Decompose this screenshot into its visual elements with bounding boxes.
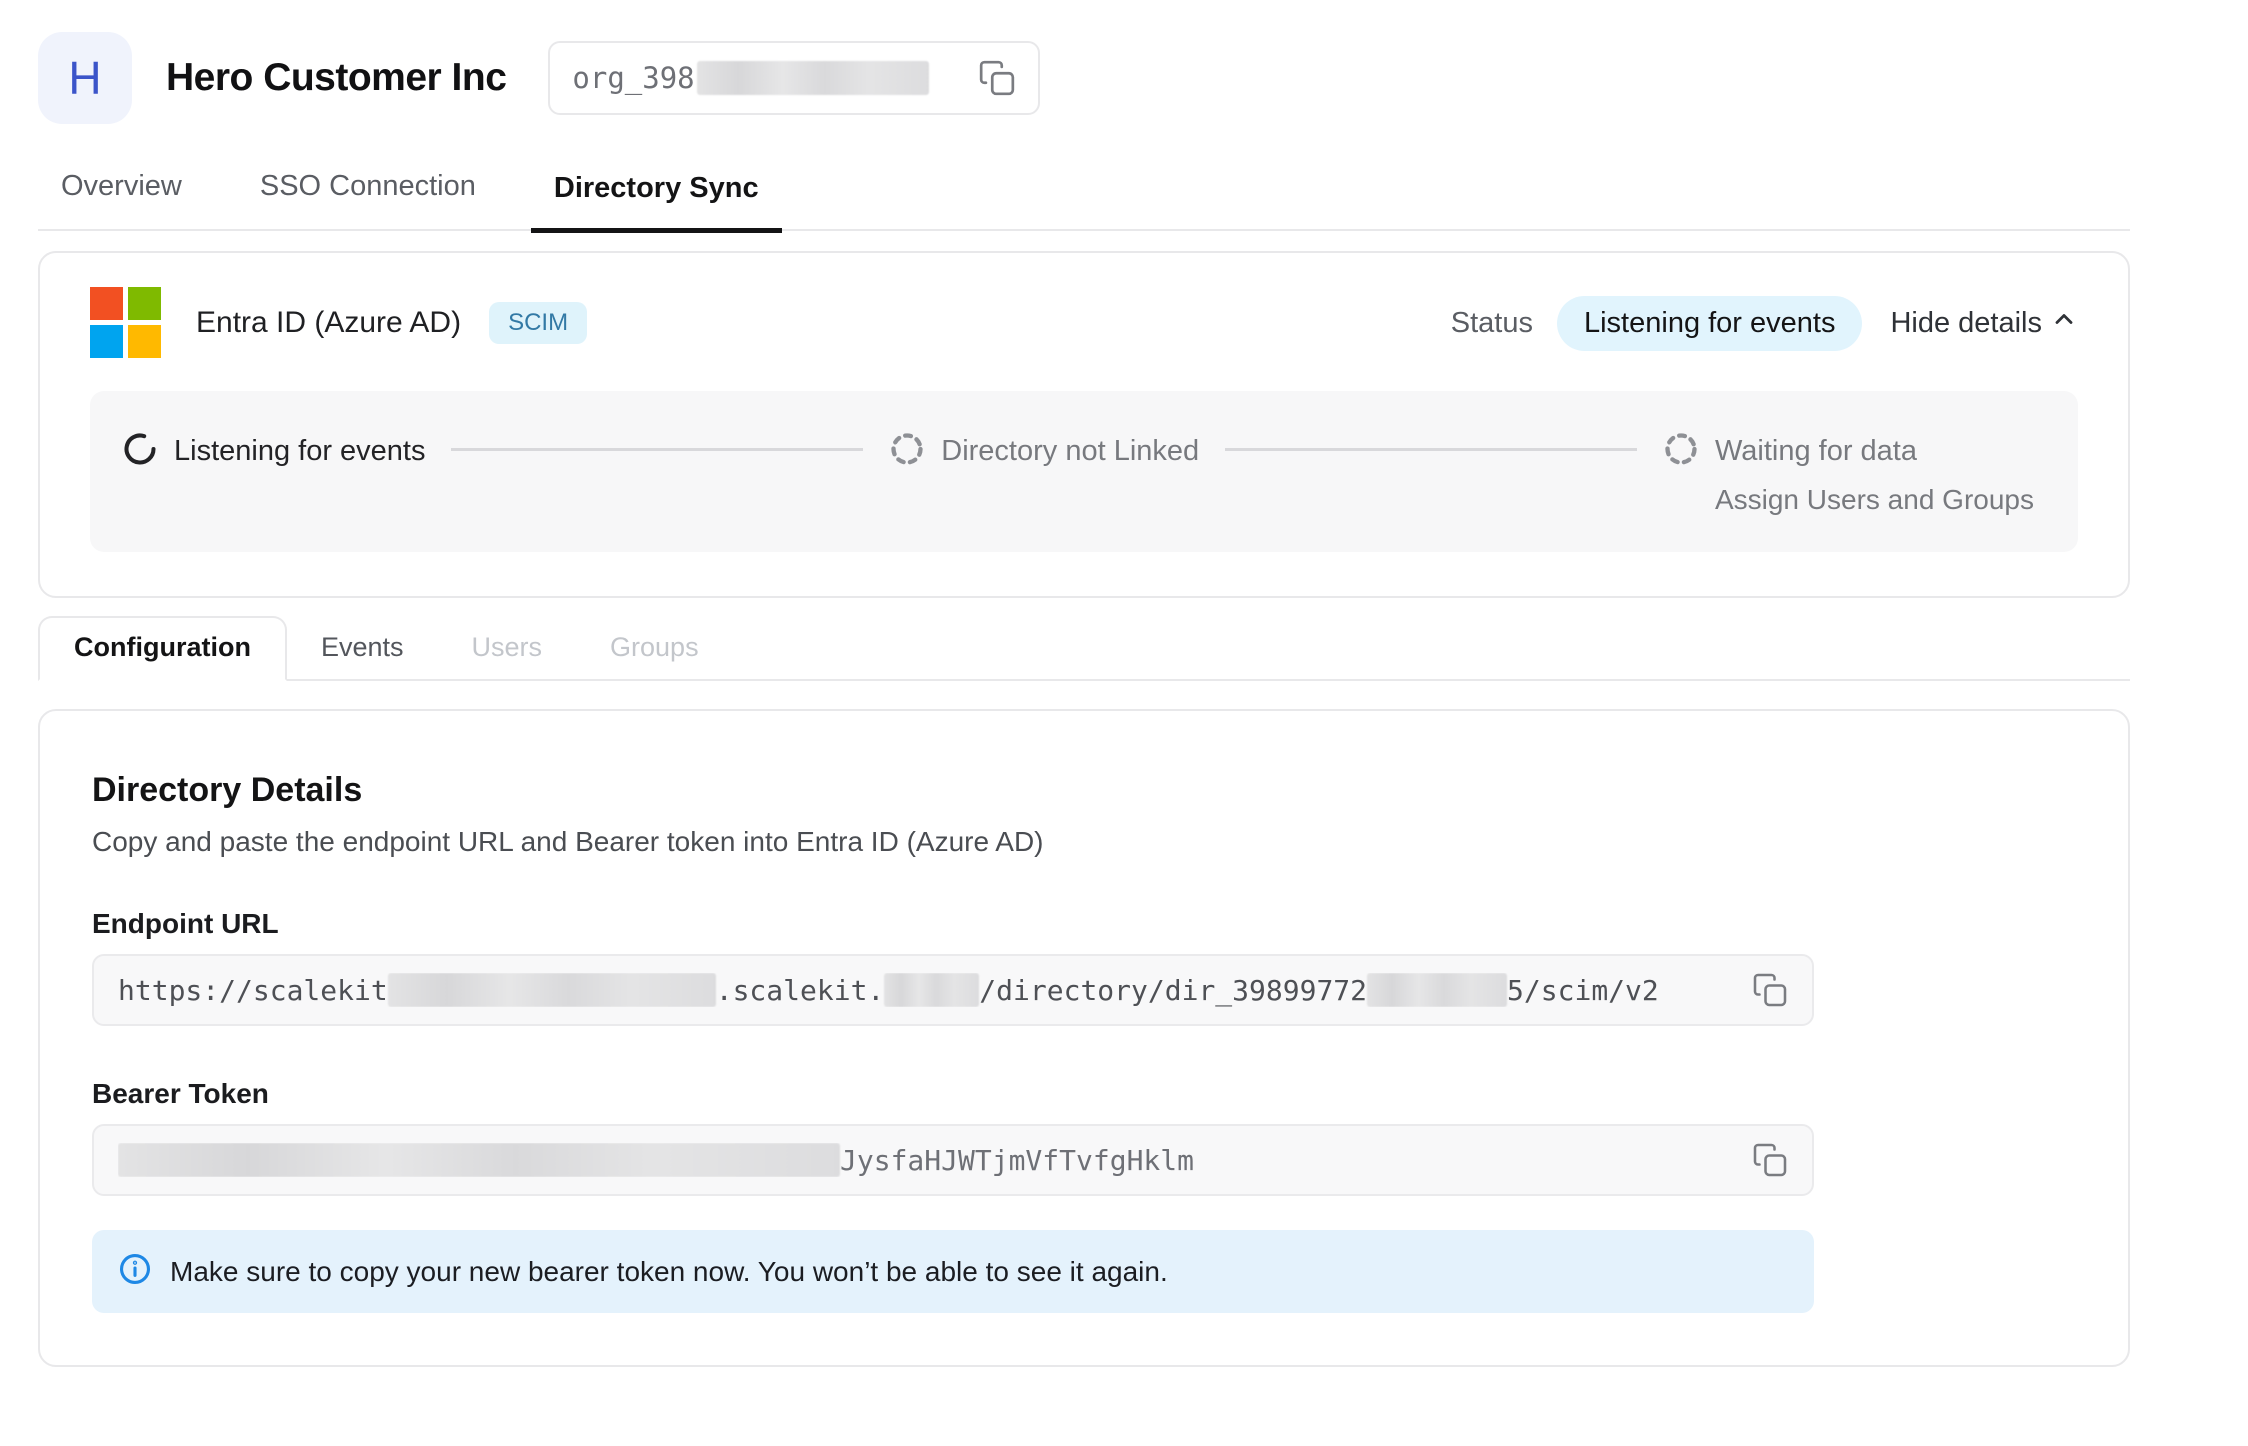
hide-details-button[interactable]: Hide details — [1890, 305, 2078, 341]
code-text: .scalekit. — [716, 974, 885, 1007]
redacted-text — [118, 1143, 840, 1177]
code-text: 5/scim/v2 — [1507, 974, 1659, 1007]
bearer-token-label: Bearer Token — [92, 1078, 2076, 1110]
tab-events[interactable]: Events — [287, 618, 438, 679]
sync-steps-strip: Listening for events Directory not Linke… — [90, 391, 2078, 552]
copy-icon — [978, 59, 1016, 97]
step-label: Waiting for data — [1715, 435, 1917, 468]
hide-details-label: Hide details — [1890, 307, 2042, 340]
org-id-field: org_398 — [548, 41, 1040, 115]
section-title: Directory Details — [92, 771, 2076, 810]
tab-configuration[interactable]: Configuration — [38, 616, 287, 681]
redacted-text — [1367, 973, 1507, 1007]
ms-logo-square-yellow — [128, 325, 161, 358]
directory-details-card: Directory Details Copy and paste the end… — [38, 709, 2130, 1367]
copy-icon — [1752, 972, 1788, 1008]
status-label: Status — [1451, 307, 1533, 340]
step-waiting-for-data: Waiting for data Assign Users and Groups — [1663, 431, 2034, 516]
scim-badge: SCIM — [489, 302, 587, 344]
copy-endpoint-url-button[interactable] — [1752, 972, 1788, 1008]
section-description: Copy and paste the endpoint URL and Bear… — [92, 826, 2076, 858]
tab-users[interactable]: Users — [438, 618, 577, 679]
step-directory-not-linked: Directory not Linked — [889, 431, 1199, 472]
spinner-icon — [122, 431, 158, 472]
tab-groups[interactable]: Groups — [576, 618, 733, 679]
tab-sso-connection[interactable]: SSO Connection — [237, 170, 499, 229]
bearer-token-value: JysfaHJWTjmVfTvfgHklm — [118, 1143, 1752, 1177]
step-connector — [1225, 448, 1637, 451]
token-info-banner: Make sure to copy your new bearer token … — [92, 1230, 1814, 1313]
avatar-letter: H — [68, 51, 101, 105]
provider-row: Entra ID (Azure AD) SCIM Status Listenin… — [90, 287, 2078, 359]
microsoft-logo-icon — [90, 287, 162, 359]
ms-logo-square-green — [128, 287, 161, 320]
code-text: https://scalekit — [118, 974, 388, 1007]
page-title: Hero Customer Inc — [166, 56, 506, 100]
main-tab-bar: Overview SSO Connection Directory Sync — [38, 170, 2130, 231]
org-header: H Hero Customer Inc org_398 — [38, 30, 2130, 126]
provider-card: Entra ID (Azure AD) SCIM Status Listenin… — [38, 251, 2130, 598]
page-content: H Hero Customer Inc org_398 Overview SSO… — [38, 30, 2130, 1367]
step-label: Directory not Linked — [941, 435, 1199, 468]
step-connector — [451, 448, 863, 451]
redacted-text — [884, 973, 979, 1007]
copy-org-id-button[interactable] — [978, 59, 1016, 97]
org-avatar: H — [38, 32, 132, 124]
ms-logo-square-red — [90, 287, 123, 320]
code-text: org_398 — [572, 61, 694, 95]
org-id-value: org_398 — [572, 61, 978, 95]
info-banner-text: Make sure to copy your new bearer token … — [170, 1256, 1168, 1288]
tab-directory-sync[interactable]: Directory Sync — [531, 172, 782, 233]
copy-icon — [1752, 1142, 1788, 1178]
info-icon — [118, 1252, 152, 1291]
redacted-text — [697, 61, 929, 95]
bearer-token-field: JysfaHJWTjmVfTvfgHklm — [92, 1124, 1814, 1196]
step-label: Listening for events — [174, 435, 425, 468]
code-text: /directory/dir_39899772 — [979, 974, 1367, 1007]
step-sublabel: Assign Users and Groups — [1715, 484, 2034, 516]
endpoint-url-field: https://scalekit .scalekit. /directory/dir… — [92, 954, 1814, 1026]
endpoint-url-label: Endpoint URL — [92, 908, 2076, 940]
tab-overview[interactable]: Overview — [38, 170, 205, 229]
dashed-circle-icon — [1663, 431, 1699, 472]
step-listening-for-events: Listening for events — [122, 431, 425, 472]
provider-name: Entra ID (Azure AD) — [196, 306, 461, 340]
code-text: JysfaHJWTjmVfTvfgHklm — [840, 1144, 1194, 1177]
copy-bearer-token-button[interactable] — [1752, 1142, 1788, 1178]
dashed-circle-icon — [889, 431, 925, 472]
chevron-up-icon — [2050, 305, 2078, 341]
directory-sub-tab-bar: Configuration Events Users Groups — [38, 616, 2130, 681]
status-badge: Listening for events — [1557, 296, 1862, 351]
endpoint-url-value: https://scalekit .scalekit. /directory/dir… — [118, 973, 1752, 1007]
redacted-text — [388, 973, 716, 1007]
ms-logo-square-blue — [90, 325, 123, 358]
